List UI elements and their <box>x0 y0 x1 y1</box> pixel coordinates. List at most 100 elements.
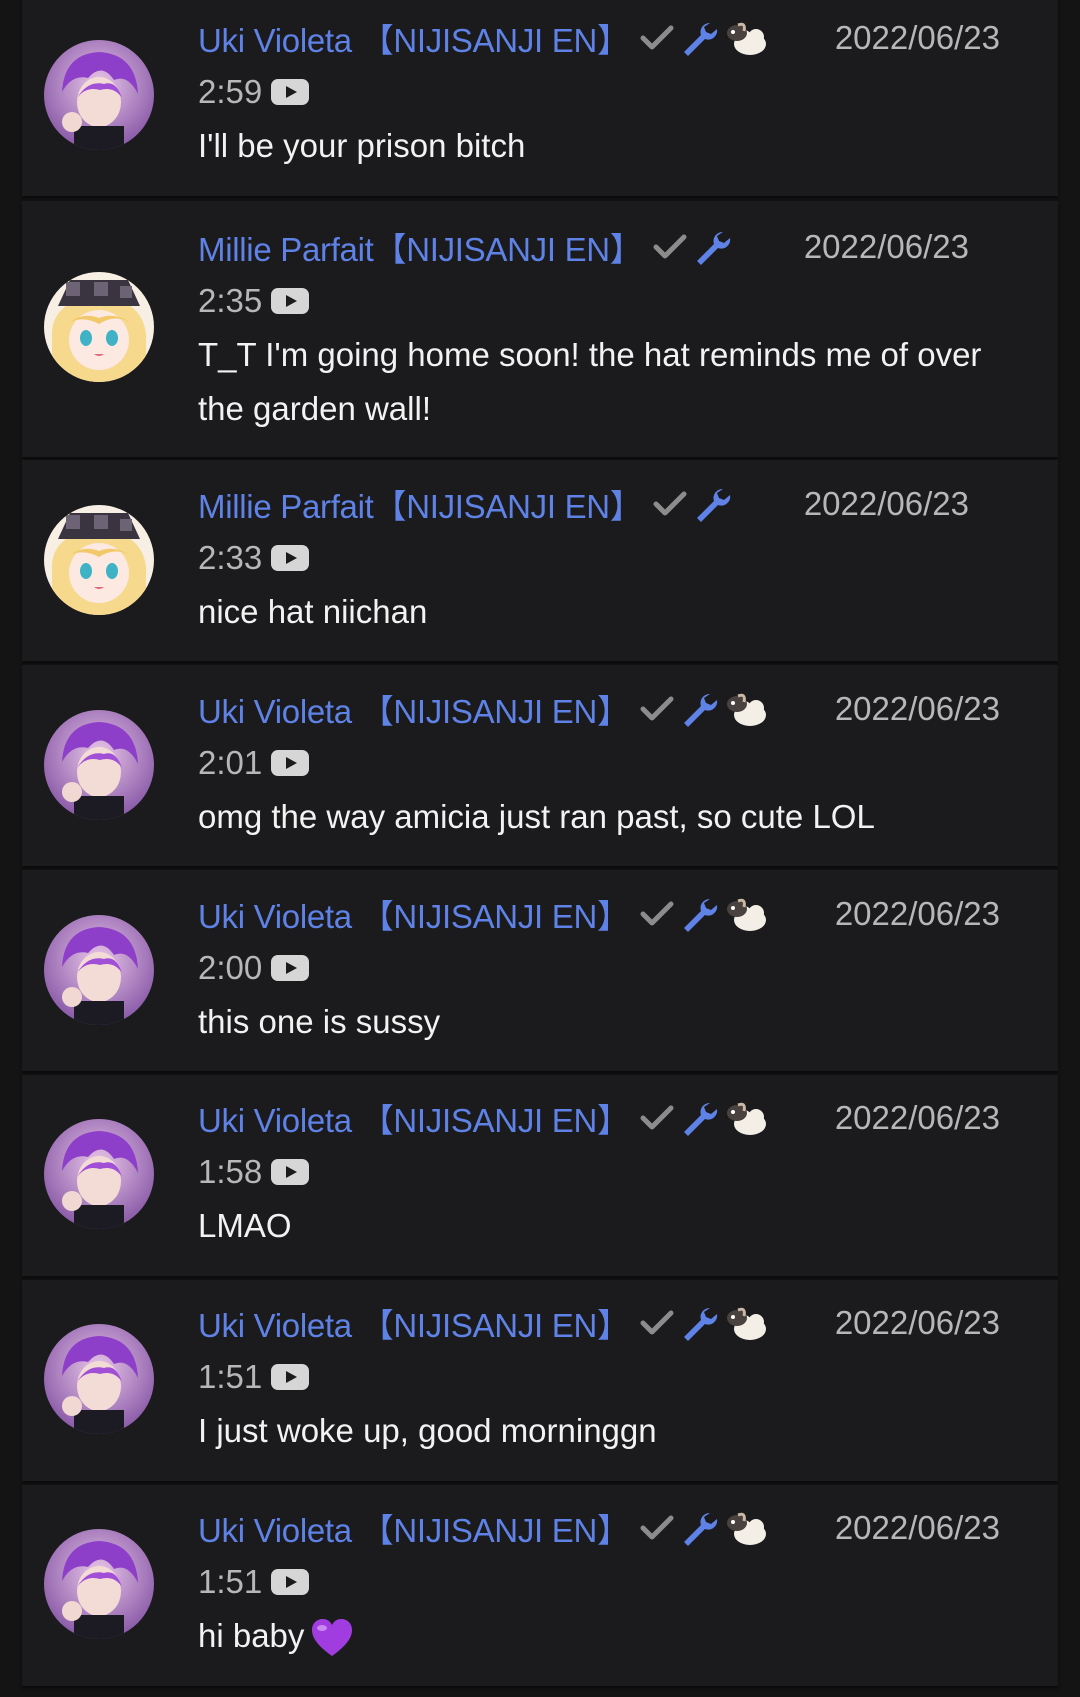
sheep-badge-icon <box>724 1098 768 1138</box>
comment-date: 2022/06/23 <box>803 485 969 522</box>
comment-date: 2022/06/23 <box>834 895 1000 932</box>
wrench-icon <box>693 485 731 523</box>
comment-date: 2022/06/23 <box>803 228 969 265</box>
wrench-icon <box>680 1099 718 1137</box>
youtube-icon[interactable] <box>270 1363 310 1391</box>
sheep-badge-icon <box>724 689 768 729</box>
avatar-image <box>44 710 154 820</box>
avatar-image <box>44 1119 154 1229</box>
youtube-icon[interactable] <box>270 749 310 777</box>
comment-text-content: hi baby <box>198 1617 305 1654</box>
uki-avatar[interactable] <box>44 915 154 1025</box>
uki-avatar[interactable] <box>44 710 154 820</box>
author-badges <box>640 18 768 58</box>
timestamp-row[interactable]: 1:51 <box>198 1350 310 1404</box>
video-timestamp[interactable]: 1:51 <box>198 1563 262 1601</box>
youtube-icon[interactable] <box>270 78 310 106</box>
comment-card: Uki Violeta 【NIJISANJI EN】 2022/06/23 2:… <box>22 0 1058 196</box>
comment-card: Uki Violeta 【NIJISANJI EN】 2022/06/23 2:… <box>22 665 1058 866</box>
avatar-image <box>44 272 154 382</box>
author-name[interactable]: Uki Violeta 【NIJISANJI EN】 <box>198 1094 630 1142</box>
comment-header: Uki Violeta 【NIJISANJI EN】 2022/06/23 <box>198 887 1038 941</box>
author-badges <box>640 1508 768 1548</box>
author-name[interactable]: Uki Violeta 【NIJISANJI EN】 <box>198 1504 630 1552</box>
video-timestamp[interactable]: 2:01 <box>198 744 262 782</box>
youtube-icon[interactable] <box>270 954 310 982</box>
uki-avatar[interactable] <box>44 1529 154 1639</box>
author-badges <box>640 689 768 729</box>
author-name[interactable]: Uki Violeta 【NIJISANJI EN】 <box>198 685 630 733</box>
purple-heart-emoji <box>310 1618 354 1658</box>
check-icon <box>640 1310 674 1336</box>
wrench-icon <box>680 19 718 57</box>
millie-avatar[interactable] <box>44 272 154 382</box>
author-name[interactable]: Uki Violeta 【NIJISANJI EN】 <box>198 14 630 62</box>
timestamp-row[interactable]: 2:35 <box>198 274 310 328</box>
check-icon <box>640 696 674 722</box>
youtube-icon[interactable] <box>270 287 310 315</box>
timestamp-row[interactable]: 2:59 <box>198 65 310 119</box>
wrench-icon <box>680 1509 718 1547</box>
comment-date: 2022/06/23 <box>834 1509 1000 1546</box>
author-name[interactable]: Uki Violeta 【NIJISANJI EN】 <box>198 1299 630 1347</box>
author-badges <box>640 1303 768 1343</box>
comment-text: T_T I'm going home soon! the hat reminds… <box>198 336 982 427</box>
comment-date: 2022/06/23 <box>834 1304 1000 1341</box>
avatar-image <box>44 1324 154 1434</box>
youtube-icon[interactable] <box>270 1158 310 1186</box>
video-timestamp[interactable]: 2:35 <box>198 282 262 320</box>
comment-card: Uki Violeta 【NIJISANJI EN】 2022/06/23 1:… <box>22 1075 1058 1276</box>
comment-text: hi baby <box>198 1609 1028 1663</box>
avatar-image <box>44 505 154 615</box>
comment-text: this one is sussy <box>198 1003 441 1040</box>
video-timestamp[interactable]: 2:00 <box>198 949 262 987</box>
comment-card: Millie Parfait【NIJISANJI EN】 2022/06/23 … <box>22 460 1058 661</box>
wrench-icon <box>680 1304 718 1342</box>
author-name[interactable]: Millie Parfait【NIJISANJI EN】 <box>198 480 643 528</box>
comment-card: Uki Violeta 【NIJISANJI EN】 2022/06/23 2:… <box>22 870 1058 1071</box>
video-timestamp[interactable]: 1:58 <box>198 1153 262 1191</box>
uki-avatar[interactable] <box>44 1324 154 1434</box>
timestamp-row[interactable]: 1:51 <box>198 1555 310 1609</box>
author-badges <box>640 1098 768 1138</box>
author-name[interactable]: Millie Parfait【NIJISANJI EN】 <box>198 223 643 271</box>
comment-header: Millie Parfait【NIJISANJI EN】 2022/06/23 <box>198 220 1038 274</box>
comment-header: Uki Violeta 【NIJISANJI EN】 2022/06/23 <box>198 1091 1038 1145</box>
timestamp-row[interactable]: 1:58 <box>198 1145 310 1199</box>
timestamp-row[interactable]: 2:01 <box>198 736 310 790</box>
check-icon <box>640 1105 674 1131</box>
uki-avatar[interactable] <box>44 40 154 150</box>
sheep-badge-icon <box>724 18 768 58</box>
video-timestamp[interactable]: 1:51 <box>198 1358 262 1396</box>
millie-avatar[interactable] <box>44 505 154 615</box>
sheep-badge-icon <box>724 1303 768 1343</box>
comment-header: Uki Violeta 【NIJISANJI EN】 2022/06/23 <box>198 11 1038 65</box>
check-icon <box>653 234 687 260</box>
youtube-icon[interactable] <box>270 544 310 572</box>
timestamp-row[interactable]: 2:00 <box>198 941 310 995</box>
comment-header: Uki Violeta 【NIJISANJI EN】 2022/06/23 <box>198 1296 1038 1350</box>
avatar-image <box>44 915 154 1025</box>
comment-text: omg the way amicia just ran past, so cut… <box>198 798 875 835</box>
check-icon <box>653 491 687 517</box>
comment-header: Millie Parfait【NIJISANJI EN】 2022/06/23 <box>198 477 1038 531</box>
author-name[interactable]: Uki Violeta 【NIJISANJI EN】 <box>198 890 630 938</box>
video-timestamp[interactable]: 2:33 <box>198 539 262 577</box>
author-badges <box>640 894 768 934</box>
comment-text: LMAO <box>198 1207 292 1244</box>
sheep-badge-icon <box>724 894 768 934</box>
wrench-icon <box>680 690 718 728</box>
comment-card: Millie Parfait【NIJISANJI EN】 2022/06/23 … <box>22 201 1058 457</box>
youtube-icon[interactable] <box>270 1568 310 1596</box>
sheep-badge-icon <box>724 1508 768 1548</box>
wrench-icon <box>693 228 731 266</box>
timestamp-row[interactable]: 2:33 <box>198 531 310 585</box>
video-timestamp[interactable]: 2:59 <box>198 73 262 111</box>
comment-date: 2022/06/23 <box>834 690 1000 727</box>
wrench-icon <box>680 895 718 933</box>
check-icon <box>640 25 674 51</box>
comment-header: Uki Violeta 【NIJISANJI EN】 2022/06/23 <box>198 1501 1038 1555</box>
uki-avatar[interactable] <box>44 1119 154 1229</box>
comment-card: Uki Violeta 【NIJISANJI EN】 2022/06/23 1:… <box>22 1485 1058 1686</box>
comment-header: Uki Violeta 【NIJISANJI EN】 2022/06/23 <box>198 682 1038 736</box>
